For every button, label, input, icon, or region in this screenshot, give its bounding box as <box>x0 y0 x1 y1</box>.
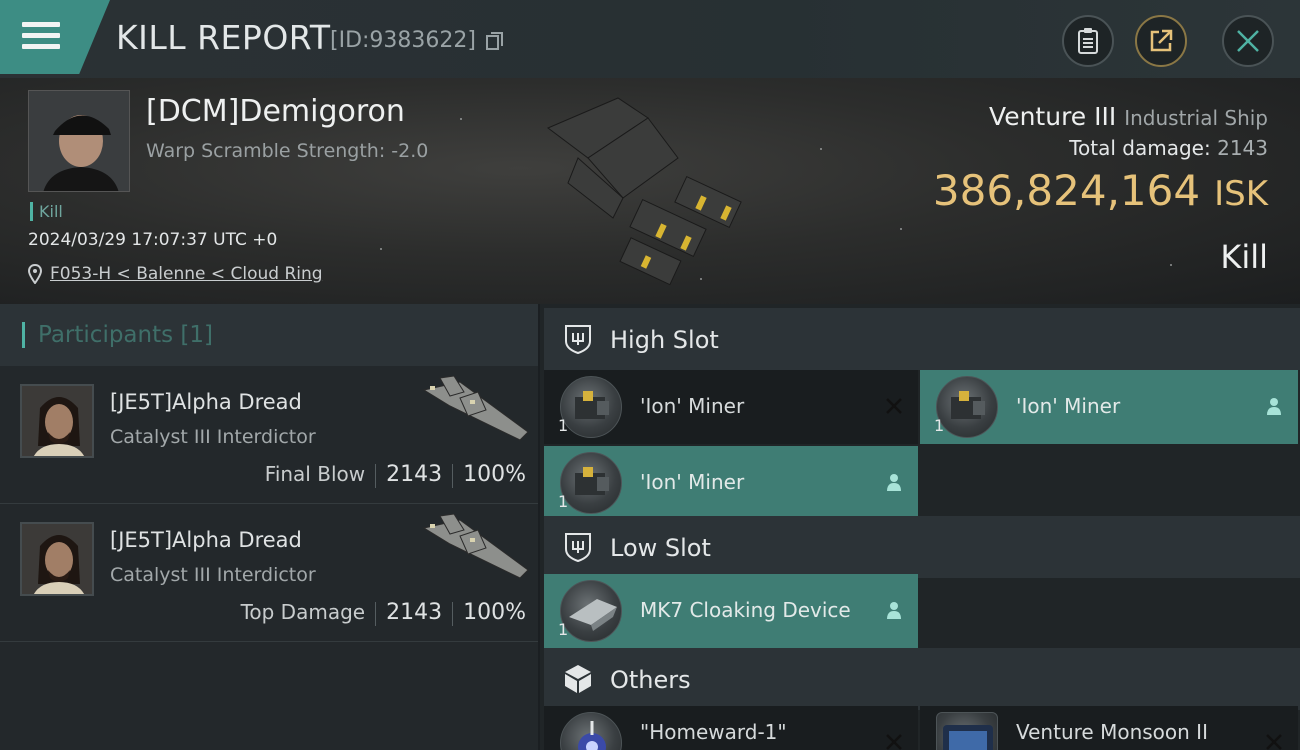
close-button[interactable] <box>1222 15 1274 67</box>
catalyst-ship-image <box>422 514 529 579</box>
module-name: 'Ion' Miner <box>1016 394 1121 418</box>
copy-icon[interactable] <box>486 31 504 51</box>
x-icon <box>1266 734 1282 750</box>
module-name: 'Ion' Miner <box>640 394 745 418</box>
module-name: "Homeward-1" <box>640 720 787 744</box>
ship-name: Venture III <box>989 102 1117 131</box>
clipboard-icon <box>1078 28 1098 54</box>
participant-damage: 2143 <box>386 600 443 625</box>
person-icon <box>1267 398 1281 415</box>
victim-pilot-name[interactable]: [DCM]Demigoron <box>146 94 405 129</box>
participant-name: [JE5T]Alpha Dread <box>110 390 302 414</box>
participant-damage: 2143 <box>386 462 443 487</box>
attacker-avatar <box>22 524 92 594</box>
cloaking-device-icon <box>560 580 622 642</box>
location-link[interactable]: F053-H < Balenne < Cloud Ring <box>50 264 323 284</box>
module-item[interactable]: 1 'Ion' Miner <box>544 370 918 444</box>
module-item[interactable]: 1 "Homeward-1" <box>544 706 918 750</box>
module-quantity: 1 <box>558 492 569 511</box>
module-name: Venture Monsoon II <box>1016 720 1208 744</box>
kill-tag: Kill <box>30 202 63 221</box>
module-quantity: 1 <box>558 416 569 435</box>
isk-value: 386,824,164 ISK <box>933 166 1268 215</box>
x-icon <box>886 734 902 750</box>
person-icon <box>887 602 901 619</box>
others-header: Others <box>544 648 1300 710</box>
module-item[interactable]: 1 MK7 Cloaking Device <box>544 574 918 648</box>
top-bar: KILL REPORT [ID:9383622] <box>0 0 1300 78</box>
attacker-avatar <box>22 386 92 456</box>
high-slot-header: High Slot <box>544 308 1300 370</box>
total-damage-value: 2143 <box>1217 136 1268 160</box>
participant-row[interactable]: [JE5T]Alpha Dread Catalyst III Interdict… <box>0 366 538 504</box>
low-slot-header: Low Slot <box>544 516 1300 578</box>
module-name: 'Ion' Miner <box>640 470 745 494</box>
venture-ship-image <box>547 97 742 286</box>
victim-portrait[interactable] <box>28 90 130 192</box>
mining-laser-icon <box>560 376 622 438</box>
participants-count: [1] <box>180 322 214 348</box>
person-icon <box>887 474 901 491</box>
victim-ship[interactable]: Venture III Industrial Ship <box>989 102 1268 131</box>
x-icon <box>886 398 902 414</box>
pilot-avatar <box>29 91 129 191</box>
participants-title: Participants [1] <box>38 322 213 348</box>
section-label: Others <box>610 666 691 694</box>
shield-slot-icon <box>565 533 591 563</box>
participants-label: Participants <box>38 322 174 348</box>
participant-percent: 100% <box>463 600 526 625</box>
outcome-label: Kill <box>1220 238 1268 276</box>
report-id: [ID:9383622] <box>330 28 476 53</box>
mining-laser-icon <box>936 376 998 438</box>
total-damage-label: Total damage: <box>1069 136 1211 160</box>
participant-stats: Top Damage 2143 100% <box>241 600 526 626</box>
participant-role: Final Blow <box>264 462 366 486</box>
participant-name: [JE5T]Alpha Dread <box>110 528 302 552</box>
participant-stats: Final Blow 2143 100% <box>265 462 526 488</box>
section-label: High Slot <box>610 326 719 354</box>
kill-timestamp: 2024/03/29 17:07:37 UTC +0 <box>28 230 278 250</box>
module-item[interactable]: 1 'Ion' Miner <box>920 370 1298 444</box>
menu-icon[interactable] <box>22 22 60 50</box>
warp-scramble-strength: Warp Scramble Strength: -2.0 <box>146 140 429 162</box>
page-title: KILL REPORT <box>116 18 331 57</box>
share-icon <box>1150 29 1173 52</box>
module-item[interactable]: 1 'Ion' Miner <box>544 446 918 520</box>
section-label: Low Slot <box>610 534 711 562</box>
shield-slot-icon <box>565 325 591 355</box>
module-name: MK7 Cloaking Device <box>640 598 851 622</box>
avatar[interactable] <box>20 522 94 596</box>
participants-panel: Participants [1] [JE5T]Alpha Dread Catal… <box>0 304 538 750</box>
participants-header[interactable]: Participants [1] <box>0 304 538 366</box>
participant-ship: Catalyst III Interdictor <box>110 564 316 586</box>
share-button[interactable] <box>1135 15 1187 67</box>
module-item[interactable]: 1 Venture Monsoon II <box>920 706 1298 750</box>
isk-unit: ISK <box>1214 174 1268 214</box>
avatar[interactable] <box>20 384 94 458</box>
homeward-implant-icon <box>560 712 622 750</box>
module-quantity: 1 <box>934 416 945 435</box>
cube-icon <box>565 665 591 693</box>
isk-amount: 386,824,164 <box>932 166 1201 215</box>
total-damage: Total damage: 2143 <box>1069 136 1268 160</box>
ship-skin-icon <box>936 712 998 750</box>
ship-class: Industrial Ship <box>1124 106 1268 130</box>
participant-row[interactable]: [JE5T]Alpha Dread Catalyst III Interdict… <box>0 504 538 642</box>
close-icon <box>1237 30 1259 52</box>
location-pin-icon <box>28 264 42 284</box>
participant-role: Top Damage <box>240 600 366 624</box>
clipboard-button[interactable] <box>1062 15 1114 67</box>
header-accent <box>22 322 25 348</box>
fitting-panel: High Slot 1 'Ion' Miner 1 'Ion' Miner 1 … <box>540 304 1300 750</box>
catalyst-ship-image <box>422 376 529 441</box>
module-quantity: 1 <box>558 620 569 639</box>
participant-ship: Catalyst III Interdictor <box>110 426 316 448</box>
participant-percent: 100% <box>463 462 526 487</box>
mining-laser-icon <box>560 452 622 514</box>
victim-summary: [DCM]Demigoron Warp Scramble Strength: -… <box>0 78 1300 304</box>
